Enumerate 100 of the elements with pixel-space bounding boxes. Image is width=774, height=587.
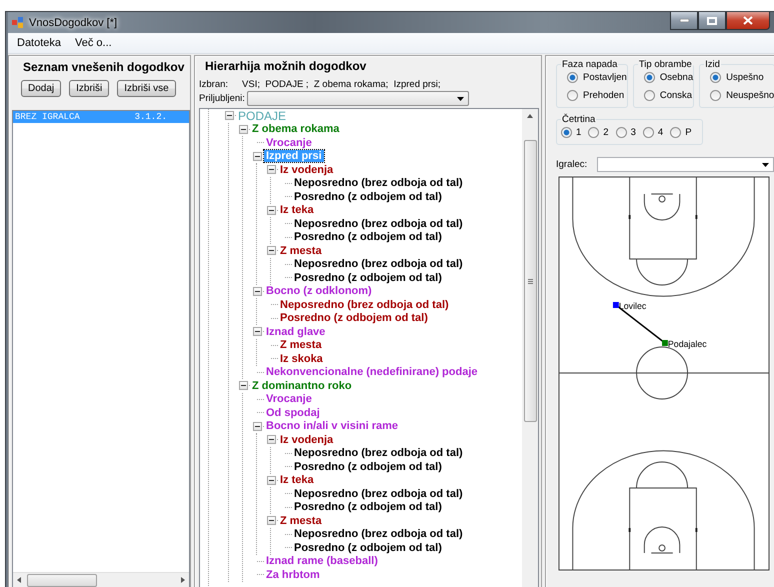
- tree-item[interactable]: Neposredno (brez odboja od tal): [292, 488, 465, 500]
- tree-item[interactable]: Iz teka: [278, 474, 316, 486]
- collapse-toggle[interactable]: [266, 165, 276, 174]
- minus-icon: [268, 210, 274, 211]
- radio-button[interactable]: [710, 90, 722, 101]
- radio-button[interactable]: [642, 127, 654, 138]
- horizontal-scrollbar[interactable]: [13, 572, 189, 587]
- collapse-toggle[interactable]: [238, 124, 248, 134]
- collapse-toggle[interactable]: [266, 476, 276, 485]
- radio-option[interactable]: Prehoden: [561, 90, 627, 101]
- radio-option[interactable]: 3: [616, 127, 636, 138]
- close-button[interactable]: [726, 12, 770, 30]
- tree-item[interactable]: Nekonvencionalne (nedefinirane) podaje: [264, 366, 480, 378]
- favorites-dropdown[interactable]: [246, 91, 469, 106]
- radio-button[interactable]: [567, 72, 578, 83]
- group-title: Tip obrambe: [638, 59, 693, 70]
- radio-option[interactable]: Neuspešno: [704, 90, 774, 101]
- radio-option[interactable]: Conska: [638, 90, 694, 101]
- dropdown-arrow-icon: [762, 162, 769, 166]
- tree-item[interactable]: Iz teka: [278, 204, 316, 216]
- scroll-left-icon[interactable]: [17, 577, 21, 583]
- radio-button[interactable]: [644, 72, 655, 83]
- tree-item[interactable]: Posredno (z odbojem od tal): [292, 190, 444, 203]
- tree-item[interactable]: Z mesta: [278, 244, 324, 257]
- tree-item[interactable]: Bocno (z odklonom): [264, 285, 374, 298]
- tree-item[interactable]: Bocno in/ali v visini rame: [264, 420, 400, 432]
- tree-item[interactable]: Neposredno (brez odboja od tal): [278, 298, 451, 311]
- radio-option[interactable]: P: [670, 127, 692, 138]
- tree-item[interactable]: Z dominantno roko: [250, 380, 354, 392]
- tree-item[interactable]: Neposredno (brez odboja od tal): [292, 177, 465, 190]
- action-button[interactable]: Dodaj: [21, 80, 62, 97]
- maximize-button[interactable]: [698, 12, 726, 30]
- collapse-toggle[interactable]: [266, 206, 276, 215]
- collapse-toggle[interactable]: [252, 286, 262, 296]
- grip-icon: [528, 278, 532, 284]
- radio-option[interactable]: 2: [588, 127, 609, 138]
- group-title: Izid: [704, 59, 721, 70]
- tree-item[interactable]: Posredno (z odbojem od tal): [292, 542, 444, 554]
- tree-item[interactable]: Posredno (z odbojem od tal): [278, 312, 430, 324]
- tree-item[interactable]: Vrocanje: [264, 136, 314, 149]
- radio-option[interactable]: Postavljen: [561, 72, 627, 83]
- group-title: Četrtina: [561, 114, 596, 125]
- radio-button[interactable]: [561, 127, 572, 138]
- tree-item[interactable]: Neposredno (brez odboja od tal): [292, 218, 465, 230]
- collapse-toggle[interactable]: [252, 327, 262, 336]
- tree-item[interactable]: Iz vodenja: [278, 434, 336, 446]
- tree-item[interactable]: Iz vodenja: [278, 164, 336, 176]
- tree-item[interactable]: Neposredno (brez odboja od tal): [292, 258, 465, 270]
- collapse-toggle[interactable]: [252, 422, 262, 431]
- tree-item[interactable]: Z mesta: [278, 339, 324, 352]
- tree-item[interactable]: Od spodaj: [264, 406, 322, 419]
- tree-item[interactable]: Iznad glave: [264, 326, 328, 338]
- collapse-toggle[interactable]: [224, 111, 234, 120]
- tree-item[interactable]: Iznad rame (baseball): [264, 555, 380, 568]
- tree-item[interactable]: Vrocanje: [264, 393, 314, 406]
- tree-item[interactable]: Neposredno (brez odboja od tal): [292, 528, 465, 540]
- menu-item[interactable]: Več o...: [75, 37, 112, 49]
- minimize-button[interactable]: [670, 12, 698, 30]
- radio-option[interactable]: 1: [561, 127, 582, 138]
- collapse-toggle[interactable]: [252, 152, 262, 161]
- tree-item[interactable]: Z obema rokama: [250, 123, 342, 136]
- minus-icon: [240, 385, 246, 386]
- minimize-icon: [680, 19, 688, 22]
- radio-button[interactable]: [567, 90, 578, 101]
- radio-option[interactable]: Osebna: [638, 72, 694, 83]
- tree-item[interactable]: Posredno (z odbojem od tal): [292, 501, 444, 514]
- tree-item[interactable]: Iz skoka: [278, 352, 325, 365]
- minus-icon: [254, 331, 260, 332]
- minus-icon: [268, 520, 274, 522]
- action-button[interactable]: Izbriši: [69, 80, 110, 97]
- tree-item[interactable]: Neposredno (brez odboja od tal): [292, 447, 465, 460]
- radio-option[interactable]: Uspešno: [704, 72, 774, 83]
- minus-icon: [240, 128, 246, 130]
- tree-item[interactable]: Posredno (z odbojem od tal): [292, 272, 444, 284]
- radio-option[interactable]: 4: [642, 127, 664, 138]
- radio-button[interactable]: [670, 127, 682, 138]
- player-marker[interactable]: [662, 340, 668, 346]
- tree-item[interactable]: Z mesta: [278, 514, 324, 527]
- scroll-up-icon[interactable]: [527, 114, 533, 118]
- radio-button[interactable]: [616, 127, 627, 138]
- radio-button[interactable]: [588, 127, 600, 138]
- action-button[interactable]: Izbriši vse: [117, 80, 176, 97]
- collapse-toggle[interactable]: [266, 516, 276, 526]
- tree-item[interactable]: Za hrbtom: [264, 568, 322, 581]
- menu-item[interactable]: Datoteka: [17, 37, 62, 49]
- collapse-toggle[interactable]: [238, 381, 248, 390]
- collapse-toggle[interactable]: [266, 246, 276, 256]
- tree-item[interactable]: Posredno (z odbojem od tal): [292, 231, 444, 244]
- close-icon: [743, 16, 753, 25]
- group-title: Faza napada: [561, 59, 618, 70]
- radio-button[interactable]: [710, 72, 722, 83]
- scroll-right-icon[interactable]: [181, 577, 185, 583]
- minus-icon: [226, 115, 232, 116]
- collapse-toggle[interactable]: [266, 435, 276, 444]
- tree-item[interactable]: Posredno (z odbojem od tal): [292, 460, 444, 473]
- selected-label: Izbran:: [199, 79, 228, 90]
- minus-icon: [254, 290, 260, 292]
- vertical-scrollbar[interactable]: [522, 109, 538, 587]
- radio-button[interactable]: [644, 90, 655, 101]
- player-label: Lovilec: [618, 300, 646, 312]
